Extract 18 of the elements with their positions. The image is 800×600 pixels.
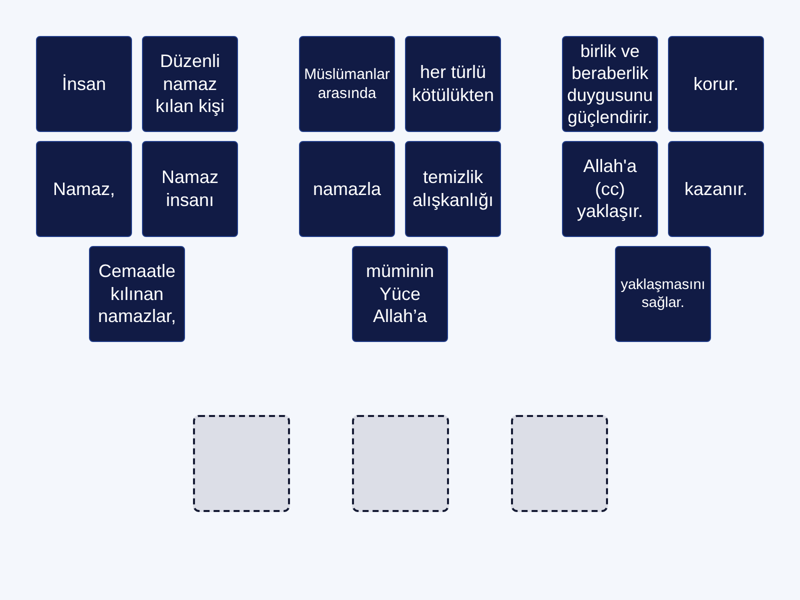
- word-tile[interactable]: birlik ve beraberlik duygusunu güçlendirir.: [562, 36, 658, 132]
- word-tile[interactable]: müminin Yüce Allah’a: [352, 246, 448, 342]
- word-tile[interactable]: Müslümanlar arasında: [299, 36, 395, 132]
- word-tile[interactable]: her türlü kötülükten: [405, 36, 501, 132]
- word-tile[interactable]: Namaz insanı: [142, 141, 238, 237]
- word-tile[interactable]: Cemaatle kılınan namazlar,: [89, 246, 185, 342]
- word-tile[interactable]: Düzenli namaz kılan kişi: [142, 36, 238, 132]
- word-tile[interactable]: temizlik alışkanlığı: [405, 141, 501, 237]
- word-tile[interactable]: Namaz,: [36, 141, 132, 237]
- answer-slot[interactable]: [352, 415, 448, 512]
- word-tile[interactable]: kazanır.: [668, 141, 764, 237]
- word-tile[interactable]: yaklaşmasını sağlar.: [615, 246, 711, 342]
- word-tile[interactable]: Allah'a (cc) yaklaşır.: [562, 141, 658, 237]
- answer-slot[interactable]: [192, 415, 290, 512]
- word-tile[interactable]: namazla: [299, 141, 395, 237]
- word-tile[interactable]: İnsan: [36, 36, 132, 132]
- word-tile[interactable]: korur.: [668, 36, 764, 132]
- answer-slot[interactable]: [510, 415, 608, 512]
